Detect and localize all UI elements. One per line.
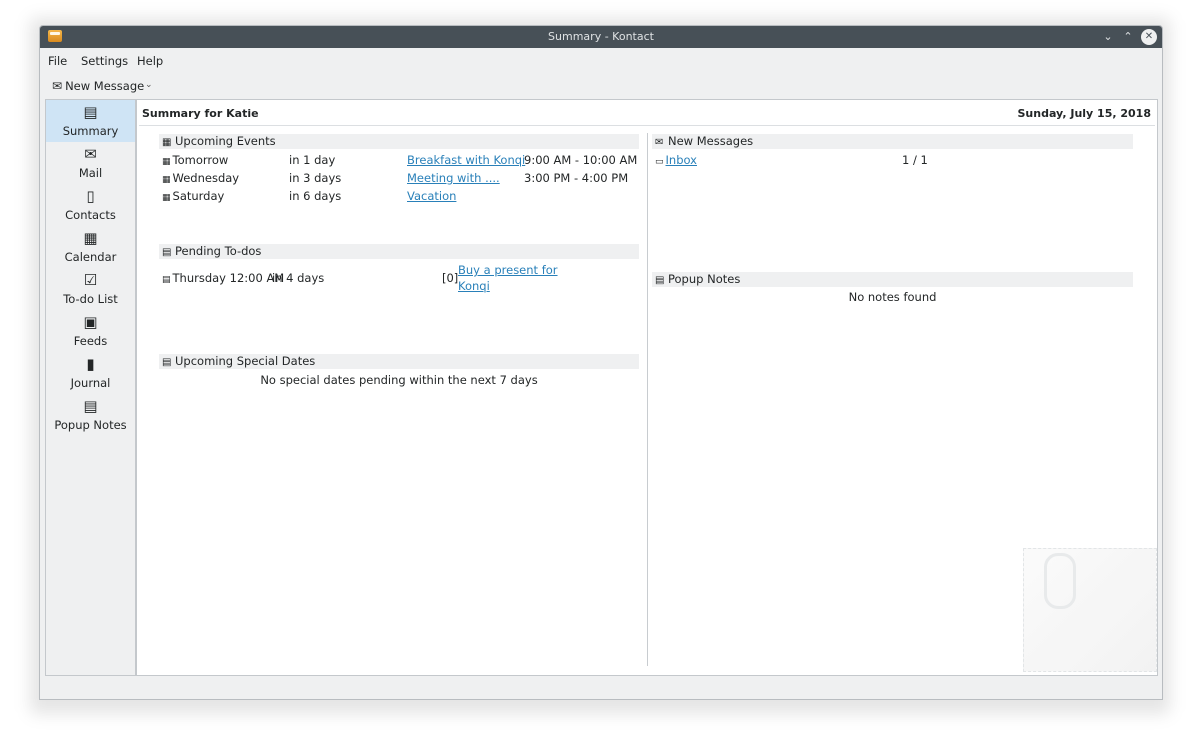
calendar-icon: ▦ [162,157,171,167]
header-divider [139,125,1155,126]
chevron-down-icon[interactable]: ⌄ [145,80,153,90]
todo-icon: ▤ [162,275,171,285]
sidebar-item-journal[interactable]: ▮ Journal [46,352,135,394]
event-link[interactable]: Breakfast with Konqi [407,153,525,167]
envelope-icon: ✉ [52,79,63,93]
sidebar: ▤ Summary ✉ Mail ▯ Contacts ▦ Calendar ☑… [45,99,136,676]
event-time: 9:00 AM - 10:00 AM [524,153,638,167]
sidebar-item-label: Mail [78,166,103,180]
todo-link-line1[interactable]: Buy a present for [458,263,558,277]
todo-icon: ☑ [83,271,98,289]
summary-heading: Summary for Katie [142,107,259,120]
event-relative: in 6 days [289,189,342,203]
section-title: Popup Notes [668,272,741,286]
menu-file[interactable]: File [48,54,67,68]
menu-help[interactable]: Help [137,54,163,68]
pending-todos-header: ▤ Pending To-dos [159,244,639,259]
section-title: Pending To-dos [175,244,262,258]
sidebar-item-summary[interactable]: ▤ Summary [46,100,135,142]
calendar-icon: ▦ [83,229,98,247]
todo-when: ▤ Thursday 12:00 AM [162,271,284,285]
todo-when-label: Thursday 12:00 AM [172,271,285,285]
notes-icon: ▤ [655,275,665,286]
mail-icon: ✉ [655,137,664,148]
close-button[interactable]: ✕ [1141,29,1157,45]
section-title: Upcoming Events [175,134,276,148]
sidebar-item-label: Calendar [64,250,117,264]
sidebar-item-calendar[interactable]: ▦ Calendar [46,226,135,268]
new-messages-header: ✉ New Messages [652,134,1133,149]
section-title: Upcoming Special Dates [175,354,316,368]
feeds-icon: ▣ [83,313,98,331]
event-day: ▦ Wednesday [162,171,239,185]
sidebar-item-label: Popup Notes [54,418,127,432]
sidebar-item-mail[interactable]: ✉ Mail [46,142,135,184]
summary-date: Sunday, July 15, 2018 [1017,107,1152,120]
event-link[interactable]: Meeting with .... [407,171,500,185]
summary-icon: ▤ [83,103,98,121]
special-dates-header: ▤ Upcoming Special Dates [159,354,639,369]
popup-notes-empty: No notes found [848,290,937,304]
sidebar-item-contacts[interactable]: ▯ Contacts [46,184,135,226]
event-day-label: Wednesday [172,171,240,185]
minimize-button[interactable]: ⌄ [1100,29,1116,45]
status-bar [40,678,1162,699]
special-dates-empty: No special dates pending within the next… [260,373,538,387]
todo-relative: in 4 days [272,271,325,285]
contacts-icon: ▯ [86,187,95,205]
paperclip-icon [1044,553,1076,609]
column-divider [647,133,648,666]
event-day: ▦ Tomorrow [162,153,228,167]
kontact-window: Summary - Kontact ⌄ ⌃ ✕ File Settings He… [39,25,1163,700]
menu-bar: File Settings Help [40,48,1162,72]
section-title: New Messages [668,134,754,148]
menu-settings[interactable]: Settings [81,54,128,68]
sidebar-item-todo[interactable]: ☑ To-do List [46,268,135,310]
event-day-label: Tomorrow [172,153,229,167]
title-bar[interactable]: Summary - Kontact ⌄ ⌃ ✕ [40,26,1162,48]
event-relative: in 1 day [289,153,336,167]
todo-priority: [0] [442,271,459,285]
notes-icon: ▤ [83,397,98,415]
summary-view: Summary for Katie Sunday, July 15, 2018 … [136,99,1158,676]
sidebar-item-feeds[interactable]: ▣ Feeds [46,310,135,352]
toolbar: ✉ New Message ⌄ [40,74,1162,98]
folder-icon: ▭ [655,157,664,167]
new-message-button[interactable]: ✉ New Message [52,79,144,93]
event-day: ▦ Saturday [162,189,224,203]
folder-count: 1 / 1 [902,153,928,167]
new-message-label: New Message [65,79,145,93]
sidebar-item-label: To-do List [63,292,118,306]
popup-notes-header: ▤ Popup Notes [652,272,1133,287]
kontact-watermark [1023,548,1157,672]
sidebar-item-label: Contacts [65,208,116,222]
event-time: 3:00 PM - 4:00 PM [524,171,629,185]
sidebar-item-label: Feeds [73,334,108,348]
sidebar-item-popup-notes[interactable]: ▤ Popup Notes [46,394,135,436]
folder-row: ▭ Inbox [655,153,697,167]
mail-icon: ✉ [84,145,97,163]
event-link[interactable]: Vacation [407,189,456,203]
sidebar-item-label: Journal [70,376,111,390]
inbox-link[interactable]: Inbox [666,153,697,167]
event-relative: in 3 days [289,171,342,185]
calendar-icon: ▦ [162,137,172,148]
sidebar-item-label: Summary [62,124,119,138]
birthday-icon: ▤ [162,357,172,368]
todo-icon: ▤ [162,247,172,258]
calendar-icon: ▦ [162,193,171,203]
maximize-button[interactable]: ⌃ [1120,29,1136,45]
todo-link-line2[interactable]: Konqi [458,279,490,293]
event-day-label: Saturday [172,189,225,203]
window-title: Summary - Kontact [548,30,654,43]
calendar-icon: ▦ [162,175,171,185]
journal-icon: ▮ [86,355,95,373]
upcoming-events-header: ▦ Upcoming Events [159,134,639,149]
